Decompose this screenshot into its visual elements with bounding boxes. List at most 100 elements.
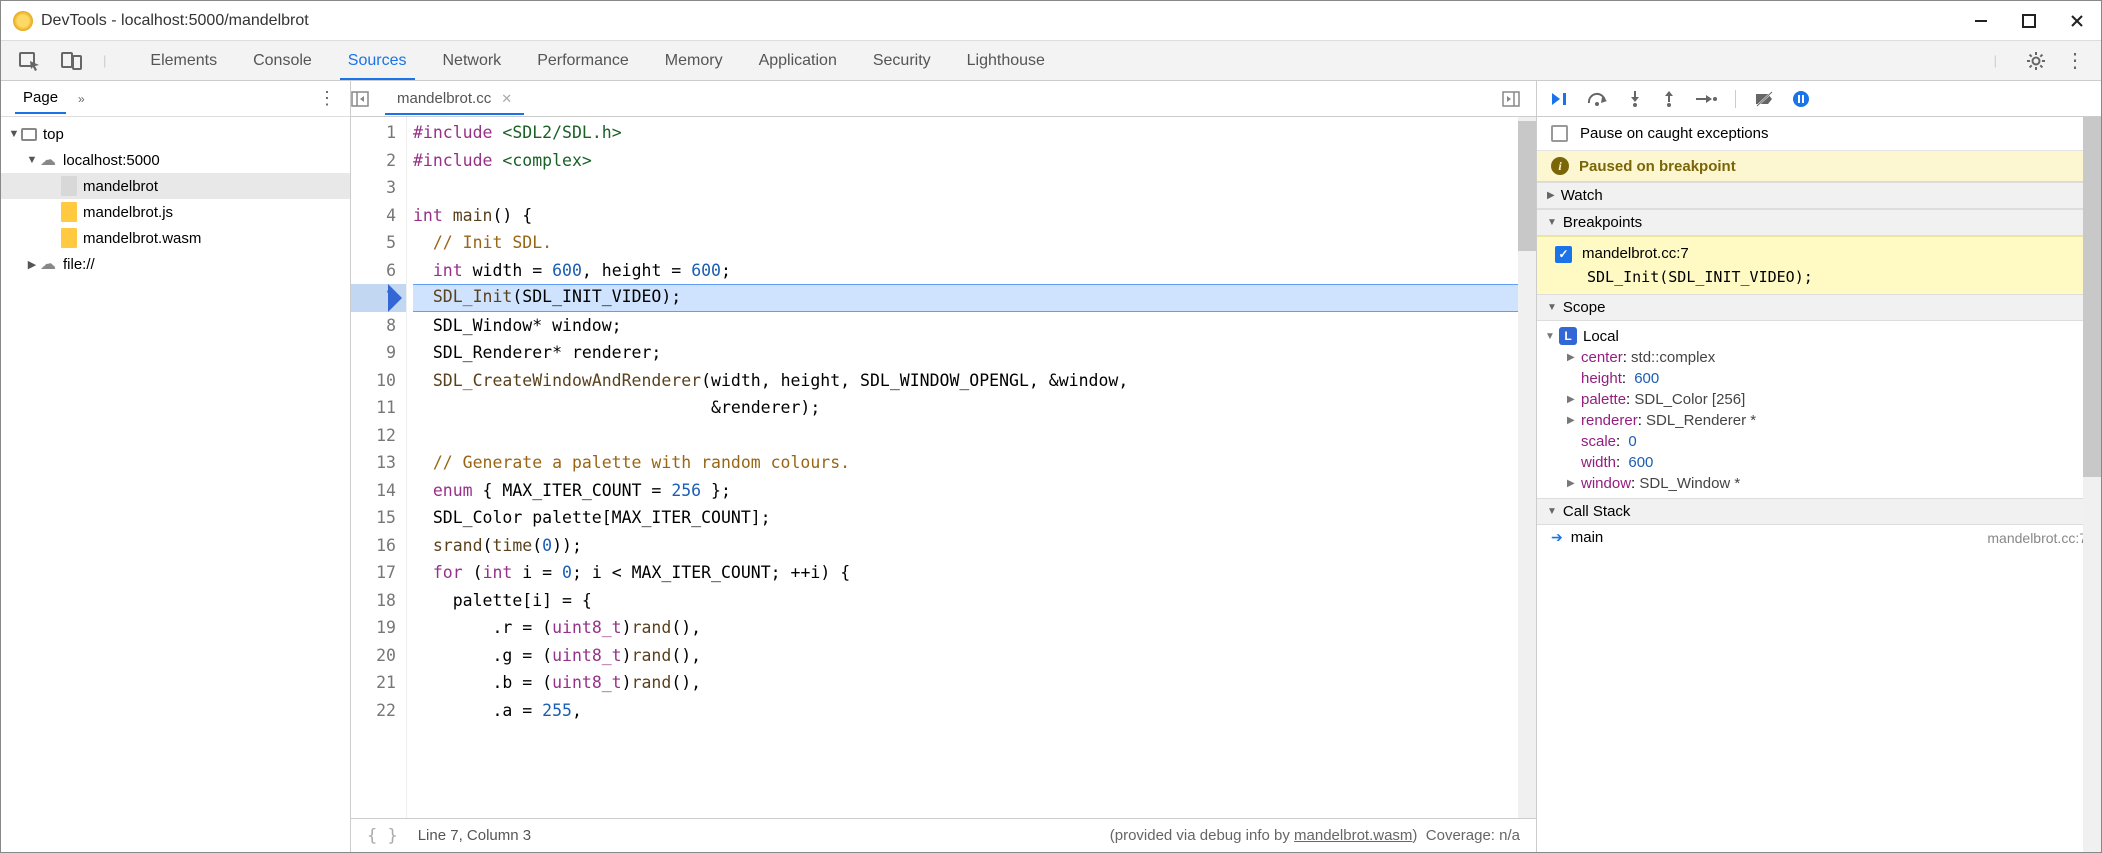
callstack-section[interactable]: ▼Call Stack: [1537, 498, 2101, 525]
watch-section[interactable]: ▶Watch: [1537, 182, 2101, 209]
line-number[interactable]: 16: [351, 532, 406, 560]
code-line[interactable]: srand(time(0));: [413, 532, 1518, 560]
line-number[interactable]: 8: [351, 312, 406, 340]
scope-var-width[interactable]: width: 600: [1545, 452, 2093, 473]
line-number[interactable]: 6: [351, 257, 406, 285]
code-line[interactable]: .r = (uint8_t)rand(),: [413, 614, 1518, 642]
line-number[interactable]: 10: [351, 367, 406, 395]
line-number[interactable]: 21: [351, 669, 406, 697]
line-number[interactable]: 14: [351, 477, 406, 505]
line-number[interactable]: 18: [351, 587, 406, 615]
line-number[interactable]: 2: [351, 147, 406, 175]
code-line[interactable]: SDL_Renderer* renderer;: [413, 339, 1518, 367]
tab-network[interactable]: Network: [425, 44, 520, 78]
toggle-debugger-icon[interactable]: [1502, 91, 1536, 107]
code-line[interactable]: .g = (uint8_t)rand(),: [413, 642, 1518, 670]
toggle-navigator-icon[interactable]: [351, 91, 385, 107]
settings-icon[interactable]: [2025, 50, 2047, 72]
code-line[interactable]: palette[i] = {: [413, 587, 1518, 615]
window-maximize-button[interactable]: [2019, 11, 2039, 31]
scope-var-window[interactable]: ▶window: SDL_Window *: [1545, 473, 2093, 494]
code-line[interactable]: #include <SDL2/SDL.h>: [413, 119, 1518, 147]
line-number[interactable]: 13: [351, 449, 406, 477]
line-number[interactable]: 4: [351, 202, 406, 230]
tab-application[interactable]: Application: [741, 44, 855, 78]
kebab-menu-icon[interactable]: ⋮: [2065, 48, 2085, 73]
tree-top-frame[interactable]: ▼top: [1, 121, 350, 147]
tab-console[interactable]: Console: [235, 44, 330, 78]
editor-scrollbar[interactable]: [1518, 117, 1536, 818]
tab-sources[interactable]: Sources: [330, 44, 425, 78]
inspect-element-icon[interactable]: [9, 51, 51, 71]
step-button[interactable]: [1695, 92, 1717, 106]
code-line[interactable]: for (int i = 0; i < MAX_ITER_COUNT; ++i)…: [413, 559, 1518, 587]
scope-var-center[interactable]: ▶center: std::complex: [1545, 347, 2093, 368]
scope-var-palette[interactable]: ▶palette: SDL_Color [256]: [1545, 389, 2093, 410]
code-line[interactable]: SDL_Color palette[MAX_ITER_COUNT];: [413, 504, 1518, 532]
scope-var-renderer[interactable]: ▶renderer: SDL_Renderer *: [1545, 410, 2093, 431]
code-line[interactable]: enum { MAX_ITER_COUNT = 256 };: [413, 477, 1518, 505]
device-toggle-icon[interactable]: [51, 51, 93, 71]
pretty-print-icon[interactable]: { }: [367, 826, 398, 846]
tab-elements[interactable]: Elements: [132, 44, 235, 78]
tree-host[interactable]: ▼☁localhost:5000: [1, 147, 350, 173]
code-line[interactable]: int main() {: [413, 202, 1518, 230]
tab-lighthouse[interactable]: Lighthouse: [949, 44, 1063, 78]
window-minimize-button[interactable]: [1971, 11, 1991, 31]
code-line[interactable]: [413, 174, 1518, 202]
right-panel-scrollbar[interactable]: [2083, 117, 2101, 852]
scope-var-height[interactable]: height: 600: [1545, 368, 2093, 389]
code-line[interactable]: .a = 255,: [413, 697, 1518, 725]
step-over-button[interactable]: [1587, 91, 1609, 107]
tab-security[interactable]: Security: [855, 44, 949, 78]
callstack-frame[interactable]: ➔ main mandelbrot.cc:7: [1537, 525, 2101, 550]
code-line[interactable]: SDL_Window* window;: [413, 312, 1518, 340]
line-number[interactable]: 20: [351, 642, 406, 670]
window-close-button[interactable]: [2067, 11, 2087, 31]
line-number[interactable]: 1: [351, 119, 406, 147]
more-tabs-chevron-icon[interactable]: »: [78, 92, 85, 106]
breakpoint-item[interactable]: ✓mandelbrot.cc:7 SDL_Init(SDL_INIT_VIDEO…: [1537, 236, 2101, 294]
line-number[interactable]: 15: [351, 504, 406, 532]
line-number[interactable]: 12: [351, 422, 406, 450]
breakpoint-checkbox[interactable]: ✓: [1555, 246, 1572, 263]
tree-file-scheme[interactable]: ▶☁file://: [1, 251, 350, 277]
code-line[interactable]: &renderer);: [413, 394, 1518, 422]
line-number[interactable]: 3: [351, 174, 406, 202]
scope-section[interactable]: ▼Scope: [1537, 294, 2101, 321]
tree-file-mandelbrot[interactable]: mandelbrot: [1, 173, 350, 199]
line-number[interactable]: 7: [351, 284, 406, 312]
code-line[interactable]: int width = 600, height = 600;: [413, 257, 1518, 285]
page-tab[interactable]: Page: [15, 83, 66, 114]
resume-button[interactable]: [1551, 91, 1569, 107]
line-number[interactable]: 11: [351, 394, 406, 422]
provided-link[interactable]: mandelbrot.wasm: [1294, 827, 1412, 844]
close-tab-icon[interactable]: ✕: [501, 91, 512, 107]
line-number[interactable]: 5: [351, 229, 406, 257]
line-number[interactable]: 17: [351, 559, 406, 587]
code-line[interactable]: [413, 422, 1518, 450]
breakpoints-section[interactable]: ▼Breakpoints: [1537, 209, 2101, 236]
code-line[interactable]: // Generate a palette with random colour…: [413, 449, 1518, 477]
panel-left-kebab-icon[interactable]: ⋮: [318, 88, 336, 109]
pause-on-caught-row[interactable]: Pause on caught exceptions: [1537, 117, 2101, 151]
code-line[interactable]: SDL_Init(SDL_INIT_VIDEO);: [413, 284, 1518, 312]
editor-tab[interactable]: mandelbrot.cc ✕: [385, 82, 524, 115]
code-line[interactable]: .b = (uint8_t)rand(),: [413, 669, 1518, 697]
line-number[interactable]: 9: [351, 339, 406, 367]
tree-file-mandelbrot-wasm[interactable]: mandelbrot.wasm: [1, 225, 350, 251]
code-line[interactable]: // Init SDL.: [413, 229, 1518, 257]
code-line[interactable]: SDL_CreateWindowAndRenderer(width, heigh…: [413, 367, 1518, 395]
step-into-button[interactable]: [1627, 90, 1643, 108]
tab-memory[interactable]: Memory: [647, 44, 741, 78]
scope-var-scale[interactable]: scale: 0: [1545, 431, 2093, 452]
pause-on-caught-checkbox[interactable]: [1551, 125, 1568, 142]
tab-performance[interactable]: Performance: [519, 44, 647, 78]
deactivate-breakpoints-button[interactable]: [1754, 91, 1774, 107]
code-line[interactable]: #include <complex>: [413, 147, 1518, 175]
step-out-button[interactable]: [1661, 90, 1677, 108]
tree-file-mandelbrot-js[interactable]: mandelbrot.js: [1, 199, 350, 225]
line-number[interactable]: 22: [351, 697, 406, 725]
scope-local[interactable]: ▼LLocal: [1545, 325, 2093, 347]
pause-on-exceptions-button[interactable]: [1792, 90, 1810, 108]
